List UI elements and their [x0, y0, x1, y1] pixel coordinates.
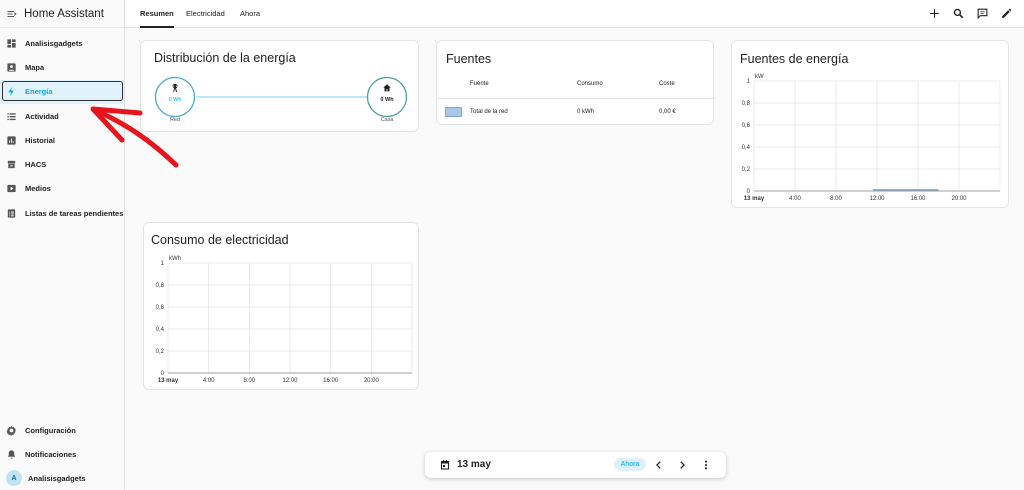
assist-icon[interactable]	[976, 7, 989, 20]
electricity-chart-x-tick-label: 20:00	[364, 378, 380, 384]
sidebar-bottom: Configuración Notificaciones A Analisisg…	[0, 418, 125, 490]
table-divider	[437, 98, 715, 99]
col-header-consumo: Consumo	[577, 81, 603, 87]
sidebar-item-label: Analisisgadgets	[25, 38, 83, 48]
sources-chart-y-tick-label: 0,6	[742, 123, 751, 129]
source-cost: 0,00 €	[659, 109, 676, 115]
source-color-swatch	[445, 107, 462, 117]
sidebar-item-configuracion[interactable]: Configuración	[0, 418, 125, 442]
sources-chart-y-tick-label: 0,8	[742, 101, 751, 107]
pencil-icon[interactable]	[1000, 7, 1013, 20]
sources-chart-x-tick-label: 8:00	[830, 196, 842, 202]
sidebar: Home Assistant Analisisgadgets Mapa Ener…	[0, 0, 125, 490]
sources-chart-y-tick-label: 0	[747, 189, 751, 195]
sidebar-item-historial[interactable]: Historial	[0, 128, 124, 152]
now-button[interactable]: Ahora	[614, 458, 646, 471]
home-label: Casa	[380, 117, 394, 123]
hacs-icon	[7, 160, 16, 169]
sidebar-item-listas[interactable]: Listas de tareas pendientes	[0, 201, 124, 225]
electricity-consumption-card: Consumo de electricidad 1 0,8 0,6 0,4 0,2 0 13…	[143, 222, 419, 390]
sources-chart-unit-label: kW	[755, 74, 764, 80]
list-icon	[7, 112, 16, 120]
card-title: Fuentes	[446, 52, 492, 66]
more-vertical-icon[interactable]	[701, 460, 711, 470]
clipboard-list-icon	[7, 209, 16, 218]
sidebar-item-mapa[interactable]: Mapa	[0, 55, 124, 79]
transmission-tower-icon	[172, 83, 178, 93]
sidebar-item-label: Listas de tareas pendientes	[25, 208, 124, 218]
gear-icon	[6, 425, 17, 436]
top-bar: Resumen Electricidad Ahora	[125, 0, 1024, 28]
electricity-chart-y-tick-label: 0	[161, 371, 165, 377]
current-date[interactable]: 13 may	[457, 459, 491, 470]
bell-icon	[7, 449, 16, 459]
sidebar-item-analisisgadgets[interactable]: Analisisgadgets	[0, 31, 124, 55]
sidebar-item-medios[interactable]: Medios	[0, 177, 124, 201]
play-box-icon	[7, 185, 16, 193]
sources-chart-x-tick-label: 13 may	[744, 196, 765, 202]
sidebar-item-label: HACS	[25, 160, 47, 170]
col-header-fuente: Fuente	[470, 81, 489, 87]
chart-box-icon	[7, 136, 16, 145]
sources-chart-x-tick-label: 16:00	[910, 196, 926, 202]
energy-sources-card: Fuentes de energía 1 0,8 0,6 0,4 0,2 0 13 may 4…	[731, 40, 1009, 208]
menu-icon[interactable]	[6, 8, 18, 20]
plus-icon[interactable]	[928, 7, 941, 20]
electricity-chart-y-tick-label: 0,8	[156, 283, 165, 289]
electricity-chart-y-tick-label: 0,6	[156, 305, 165, 311]
tab-electricidad[interactable]: Electricidad	[186, 0, 225, 28]
col-header-coste: Coste	[659, 81, 675, 87]
calendar-icon[interactable]	[439, 459, 451, 471]
sidebar-item-label: Mapa	[25, 62, 45, 72]
grid-label: Red	[169, 117, 181, 123]
sidebar-item-label: Notificaciones	[25, 449, 77, 459]
sources-card: Fuentes Fuente Consumo Coste Total de la…	[436, 40, 715, 125]
energy-sources-chart: 1 0,8 0,6 0,4 0,2 013 may 4:00 8:00 12:00 16:00 20…	[742, 74, 1001, 202]
user-name: Analisisgadgets	[28, 473, 86, 483]
highlight-box	[2, 81, 123, 101]
sidebar-nav: Analisisgadgets Mapa Energía Actividad H…	[0, 31, 124, 225]
electricity-chart-unit-label: kWh	[169, 256, 181, 262]
sources-chart-x-tick-label: 4:00	[789, 196, 801, 202]
electricity-chart: 1 0,8 0,6 0,4 0,2 013 may 4:00 8:00 12:00 16:00 20…	[156, 256, 413, 384]
search-icon[interactable]	[952, 7, 965, 20]
electricity-chart-x-tick-label: 13 may	[158, 378, 179, 384]
chevron-right-icon[interactable]	[677, 460, 687, 470]
sources-chart-y-tick-label: 0,2	[742, 167, 751, 173]
sources-chart-x-tick-label: 12:00	[869, 196, 885, 202]
source-name: Total de la red	[470, 109, 508, 115]
electricity-chart-y-tick-label: 0,4	[156, 327, 165, 333]
sidebar-item-label: Medios	[25, 184, 51, 194]
sidebar-item-label: Configuración	[25, 425, 76, 435]
electricity-chart-y-tick-label: 1	[161, 261, 165, 267]
sources-chart-y-tick-label: 1	[747, 79, 751, 85]
home-icon	[383, 84, 391, 92]
tab-resumen[interactable]: Resumen	[140, 0, 174, 28]
chevron-left-icon[interactable]	[654, 460, 664, 470]
sources-chart-y-tick-label: 0,4	[742, 145, 751, 151]
sidebar-item-label: Historial	[25, 135, 56, 145]
dashboard-icon	[7, 39, 16, 48]
app-title: Home Assistant	[24, 7, 104, 20]
sidebar-header: Home Assistant	[0, 0, 124, 28]
date-picker-bar: 13 may Ahora	[425, 452, 726, 478]
electricity-chart-x-tick-label: 4:00	[203, 378, 215, 384]
sources-chart-x-tick-label: 20:00	[951, 196, 967, 202]
grid-value: 0 Wh	[168, 97, 182, 103]
electricity-chart-x-tick-label: 12:00	[282, 378, 298, 384]
electricity-chart-x-tick-label: 16:00	[323, 378, 339, 384]
energy-distribution-card: Distribución de la energía 0 Wh Red 0 Wh…	[140, 40, 419, 132]
sidebar-item-label: Actividad	[25, 111, 59, 121]
tab-ahora[interactable]: Ahora	[240, 0, 260, 28]
electricity-chart-x-tick-label: 8:00	[243, 378, 255, 384]
sidebar-item-user[interactable]: A Analisisgadgets	[0, 466, 125, 490]
avatar: A	[6, 470, 22, 486]
map-icon	[7, 63, 16, 72]
sidebar-item-hacs[interactable]: HACS	[0, 152, 124, 176]
electricity-chart-y-tick-label: 0,2	[156, 349, 165, 355]
sidebar-item-actividad[interactable]: Actividad	[0, 104, 124, 128]
source-consumption: 0 kWh	[577, 109, 595, 115]
home-value: 0 Wh	[380, 97, 394, 103]
sidebar-item-notificaciones[interactable]: Notificaciones	[0, 442, 125, 466]
